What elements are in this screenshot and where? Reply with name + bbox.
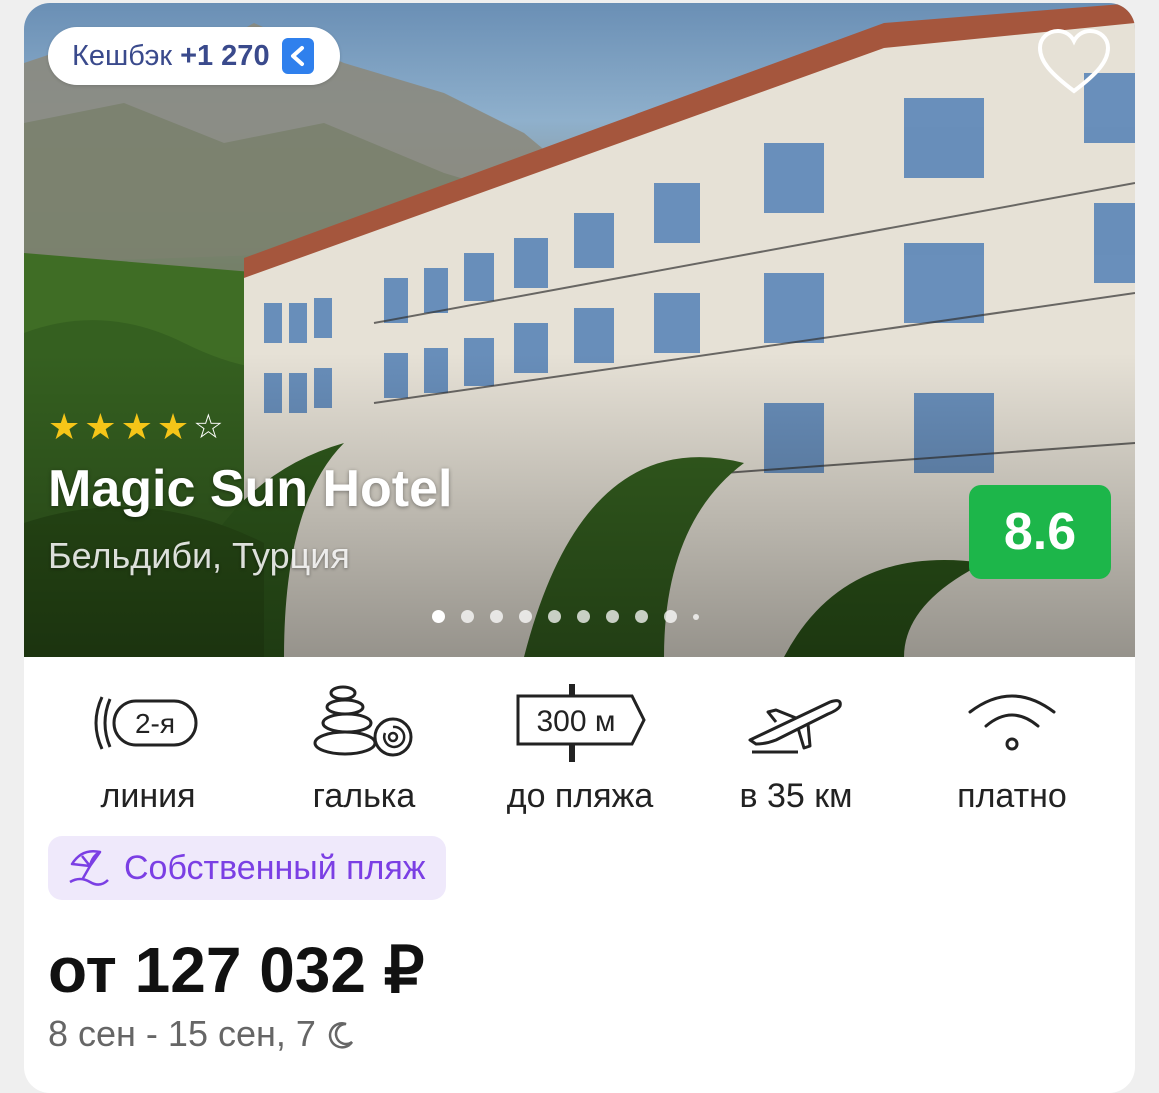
distance-text: 300 м <box>536 705 615 738</box>
feature-beach-type: галька <box>256 673 472 816</box>
star-full-icon: ★ <box>120 406 153 447</box>
carousel-dots <box>432 610 699 623</box>
signpost-icon: 300 м <box>472 673 688 773</box>
carousel-dot[interactable] <box>577 610 590 623</box>
pebbles-icon <box>256 673 472 773</box>
line-badge-text: 2-я <box>135 708 175 739</box>
hotel-location: Бельдиби, Турция <box>48 535 350 576</box>
hotel-name: Magic Sun Hotel <box>48 460 453 518</box>
moon-night-icon <box>326 1013 354 1054</box>
feature-beach-line: 2-я линия <box>40 673 256 816</box>
hotel-features: 2-я линия галька 300 м до пляжа в 35 км … <box>24 673 1135 816</box>
beach-umbrella-icon <box>68 846 110 891</box>
own-beach-label: Собственный пляж <box>124 848 426 887</box>
carousel-dot[interactable] <box>693 613 699 620</box>
favorite-heart-icon[interactable] <box>1036 27 1112 97</box>
own-beach-badge: Собственный пляж <box>48 836 446 900</box>
feature-label: платно <box>957 777 1067 815</box>
feature-airport-distance: в 35 км <box>688 673 904 816</box>
airplane-icon <box>688 673 904 773</box>
trip-dates-text: 8 сен - 15 сен, 7 <box>48 1013 316 1054</box>
carousel-dot[interactable] <box>432 610 445 623</box>
carousel-dot[interactable] <box>490 610 503 623</box>
cashback-arrow-icon <box>281 38 314 74</box>
feature-label: до пляжа <box>506 777 654 815</box>
hotel-stars: ★ ★ ★ ★ ☆ <box>48 407 224 447</box>
feature-label: галька <box>312 777 416 815</box>
feature-beach-distance: 300 м до пляжа <box>472 673 688 816</box>
rating-badge: 8.6 <box>969 485 1111 579</box>
star-empty-icon: ☆ <box>193 408 224 446</box>
carousel-dot[interactable] <box>519 610 532 623</box>
carousel-dot[interactable] <box>461 610 474 623</box>
carousel-dot[interactable] <box>548 610 561 623</box>
hotel-card[interactable]: Кешбэк +1 270 ★ ★ ★ ★ ☆ Magic Sun Hotel … <box>24 3 1135 1093</box>
trip-dates: 8 сен - 15 сен, 7 <box>48 1013 354 1055</box>
carousel-dot[interactable] <box>664 610 677 623</box>
carousel-dot[interactable] <box>606 610 619 623</box>
hotel-photo-carousel[interactable]: Кешбэк +1 270 ★ ★ ★ ★ ☆ Magic Sun Hotel … <box>24 3 1135 657</box>
wifi-icon <box>904 673 1120 773</box>
cashback-amount: +1 270 <box>180 39 270 72</box>
feature-label: в 35 км <box>739 777 853 815</box>
cashback-label: Кешбэк <box>72 39 173 72</box>
star-full-icon: ★ <box>156 406 190 447</box>
line-badge-icon: 2-я <box>40 673 256 773</box>
carousel-dot[interactable] <box>635 610 648 623</box>
feature-wifi: платно <box>904 673 1120 816</box>
cashback-badge[interactable]: Кешбэк +1 270 <box>48 27 340 85</box>
star-full-icon: ★ <box>84 406 117 447</box>
feature-label: линия <box>100 777 196 815</box>
price-from: от 127 032 ₽ <box>48 934 425 1006</box>
star-full-icon: ★ <box>48 406 81 447</box>
